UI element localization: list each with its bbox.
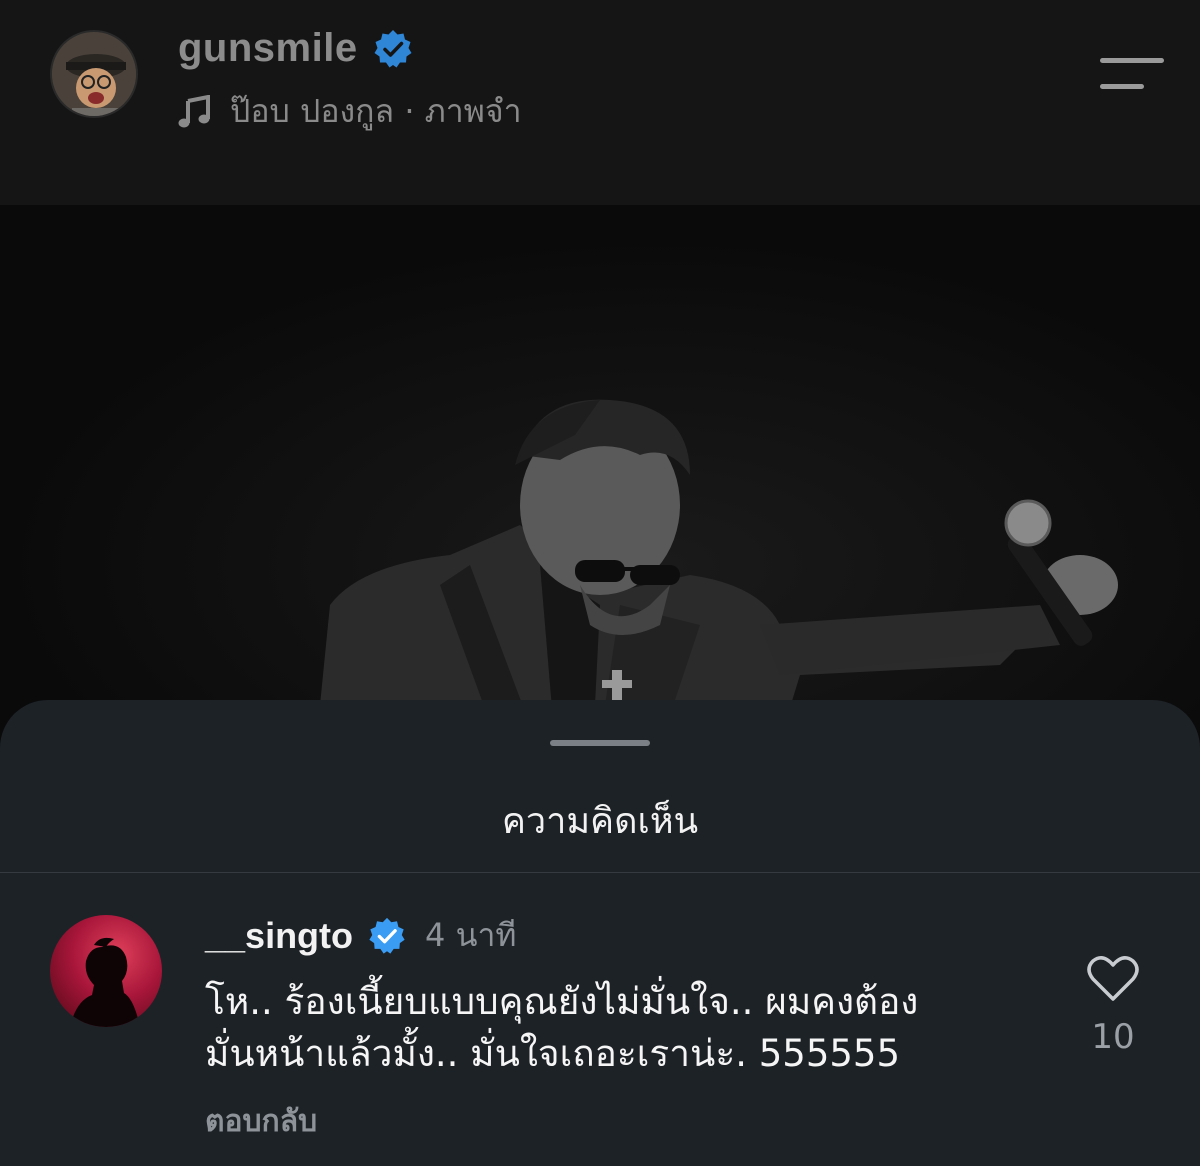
comment-item: __singto 4 นาที โห.. ร้องเนี้ยบแบบคุณยัง…	[0, 910, 1200, 1150]
like-count: 10	[1091, 1017, 1135, 1057]
music-label: ป๊อบ ปองกูล · ภาพจำ	[230, 92, 522, 130]
avatar-image	[70, 937, 140, 1027]
post-username[interactable]: gunsmile	[178, 26, 358, 71]
comment-timestamp: 4 นาที	[425, 916, 517, 954]
comment-header: __singto 4 นาที	[205, 910, 517, 961]
verified-badge-icon	[367, 916, 407, 956]
reply-button[interactable]: ตอบกลับ	[205, 1098, 317, 1145]
avatar[interactable]	[50, 30, 138, 118]
comment-text-line: มั่นหน้าแล้วมั้ง.. มั่นใจเถอะเราน่ะ. 555…	[205, 1032, 900, 1075]
username-row: gunsmile	[178, 26, 414, 71]
comment-text-line: โห.. ร้องเนี้ยบแบบคุณยังไม่มั่นใจ.. ผมคง…	[205, 980, 919, 1023]
screen: gunsmile ป๊อบ ปองกูล · ภาพจำ ความคิดเห็น…	[0, 0, 1200, 1166]
like-control: 10	[1078, 955, 1148, 1057]
avatar-image	[52, 32, 136, 116]
post-header: gunsmile ป๊อบ ปองกูล · ภาพจำ	[0, 0, 1200, 160]
music-row[interactable]: ป๊อบ ปองกูล · ภาพจำ	[178, 86, 522, 137]
sheet-drag-handle[interactable]	[550, 740, 650, 746]
music-note-icon	[178, 94, 212, 129]
comment-text: โห.. ร้องเนี้ยบแบบคุณยังไม่มั่นใจ.. ผมคง…	[205, 976, 1035, 1080]
hamburger-menu-icon[interactable]	[1100, 56, 1164, 96]
comment-username[interactable]: __singto	[205, 915, 353, 957]
avatar[interactable]	[50, 915, 162, 1027]
sheet-title: ความคิดเห็น	[501, 801, 699, 842]
heart-icon[interactable]	[1087, 955, 1139, 1003]
comments-sheet: ความคิดเห็น __singto 4 นาที โห.. ร้องเนี…	[0, 700, 1200, 1166]
divider	[0, 872, 1200, 873]
verified-badge-icon	[372, 28, 414, 70]
